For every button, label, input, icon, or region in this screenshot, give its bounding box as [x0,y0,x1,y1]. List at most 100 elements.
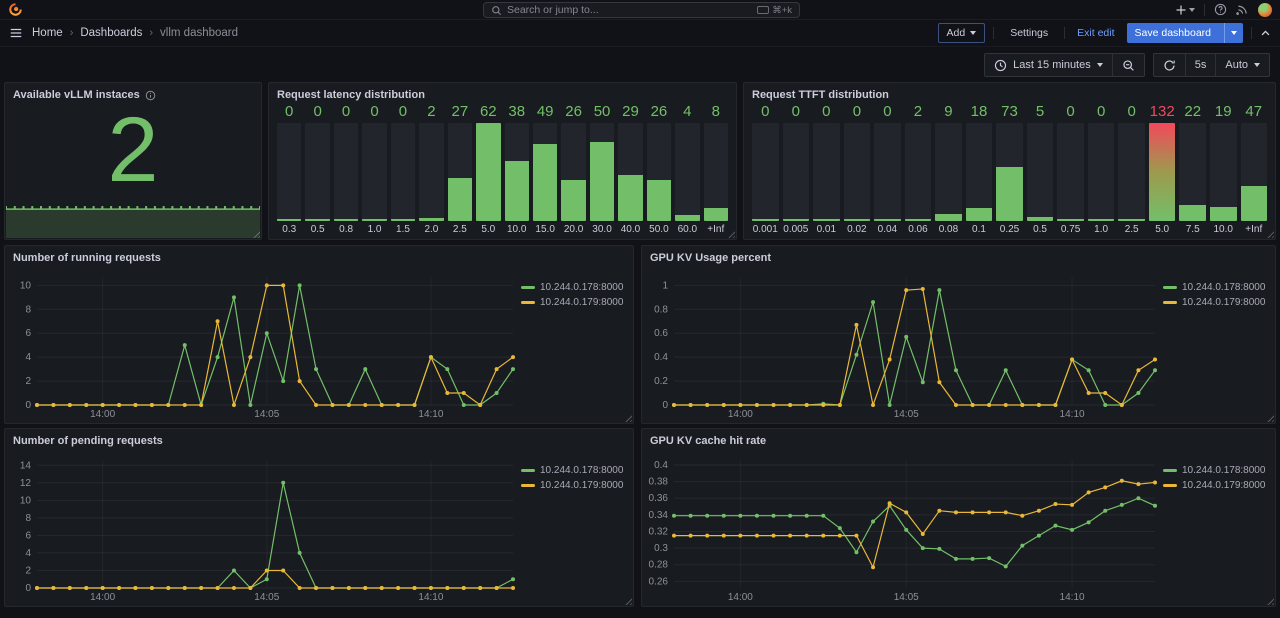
new-item-button[interactable] [1175,4,1195,16]
bar-track [752,123,779,221]
bar-fill [783,219,810,221]
svg-text:0: 0 [662,400,668,411]
svg-text:0.6: 0.6 [654,328,668,339]
bar-fill [1088,219,1115,221]
bar-value: 132 [1149,103,1176,123]
bar-value: 4 [675,103,699,123]
exit-edit-button[interactable]: Exit edit [1073,23,1118,43]
bar-track [505,123,529,221]
legend-item[interactable]: 10.244.0.178:8000 [521,282,627,293]
bar-bucket-label: 5.0 [1149,221,1176,236]
legend-item[interactable]: 10.244.0.178:8000 [1163,282,1269,293]
menu-icon[interactable] [9,26,23,40]
svg-text:0.28: 0.28 [649,560,669,571]
svg-text:14:00: 14:00 [90,592,115,603]
bar-value: 2 [905,103,932,123]
breadcrumb-home[interactable]: Home [32,27,63,39]
bar-bucket-label: 0.5 [305,221,329,236]
bar-track [1088,123,1115,221]
refresh-button[interactable] [1154,54,1185,76]
svg-text:4: 4 [25,548,31,559]
panel-title[interactable]: GPU KV cache hit rate [650,435,766,447]
bar-fill [1149,123,1176,221]
legend-item[interactable]: 10.244.0.178:8000 [521,465,627,476]
bar-value: 27 [448,103,472,123]
panel-title[interactable]: Request latency distribution [277,89,425,101]
legend-item[interactable]: 10.244.0.179:8000 [1163,480,1269,491]
bar-bucket-label: 0.06 [905,221,932,236]
bar-column: 625.0 [476,103,500,236]
help-icon[interactable] [1214,3,1227,16]
bar-value: 22 [1179,103,1206,123]
user-avatar[interactable] [1258,3,1272,17]
bar-value: 38 [505,103,529,123]
legend-label: 10.244.0.179:8000 [1182,480,1265,491]
bar-track [704,123,728,221]
chevron-down-icon [970,31,976,35]
bar-column: 20.06 [905,103,932,236]
bar-value: 19 [1210,103,1237,123]
search-icon [491,5,502,16]
legend-item[interactable]: 10.244.0.179:8000 [521,297,627,308]
bar-track [1149,123,1176,221]
bar-track [1179,123,1206,221]
bar-fill [590,142,614,221]
panel-title[interactable]: Request TTFT distribution [752,89,889,101]
bar-bucket-label: 0.8 [334,221,358,236]
svg-text:10: 10 [20,280,32,291]
panel-title[interactable]: Number of running requests [13,252,161,264]
bar-bucket-label: 0.08 [935,221,962,236]
svg-text:14:10: 14:10 [418,409,443,420]
grafana-logo[interactable] [8,2,23,17]
bar-track [647,123,671,221]
legend-item[interactable]: 10.244.0.179:8000 [1163,297,1269,308]
bar-column: 00.5 [305,103,329,236]
settings-button[interactable]: Settings [1002,23,1056,43]
bar-track [419,123,443,221]
legend-item[interactable]: 10.244.0.178:8000 [1163,465,1269,476]
bar-fill [752,219,779,221]
bar-fill [966,208,993,221]
bar-fill [618,175,642,221]
bar-value: 62 [476,103,500,123]
bar-column: 8+Inf [704,103,728,236]
bar-track [813,123,840,221]
svg-text:0.4: 0.4 [654,460,668,471]
bar-column: 90.08 [935,103,962,236]
svg-text:0.32: 0.32 [649,526,669,537]
refresh-interval-label[interactable]: 5s [1185,54,1216,76]
save-dashboard-caret[interactable] [1224,23,1243,43]
svg-text:0: 0 [25,400,31,411]
panel-title[interactable]: Number of pending requests [13,435,163,447]
save-dashboard-button[interactable]: Save dashboard [1127,23,1243,43]
chevron-down-icon [1189,8,1195,12]
bar-column: 01.5 [391,103,415,236]
bar-bucket-label: 1.5 [391,221,415,236]
add-button[interactable]: Add [938,23,986,43]
bar-fill [561,180,585,221]
svg-text:0.8: 0.8 [654,304,668,315]
breadcrumb-dashboards[interactable]: Dashboards [80,27,142,39]
search-placeholder: Search or jump to... [507,4,599,16]
bar-fill [905,219,932,221]
auto-refresh-picker[interactable]: Auto [1215,54,1269,76]
panel-title[interactable]: GPU KV Usage percent [650,252,771,264]
bar-value: 8 [704,103,728,123]
chevron-up-icon[interactable] [1260,28,1271,39]
chart-legend: 10.244.0.178:8000 10.244.0.179:8000 [1163,268,1273,420]
search-input[interactable]: Search or jump to... ⌘+k [483,2,800,18]
bar-fill [874,219,901,221]
zoom-out-button[interactable] [1112,54,1144,76]
time-series-plot: 0.260.280.30.320.340.360.380.414:0014:05… [644,451,1163,603]
bar-column: 50.5 [1027,103,1054,236]
bar-bucket-label: 2.5 [1118,221,1145,236]
legend-item[interactable]: 10.244.0.179:8000 [521,480,627,491]
news-icon[interactable] [1236,3,1249,16]
bar-fill [505,161,529,221]
breadcrumb-bar: Home › Dashboards › vllm dashboard Add S… [0,20,1280,47]
divider [1251,27,1252,39]
svg-text:0.26: 0.26 [649,576,669,587]
time-series-plot: 00.20.40.60.8114:0014:0514:10 [644,268,1163,420]
svg-text:8: 8 [25,513,31,524]
time-range-picker[interactable]: Last 15 minutes [985,54,1112,76]
